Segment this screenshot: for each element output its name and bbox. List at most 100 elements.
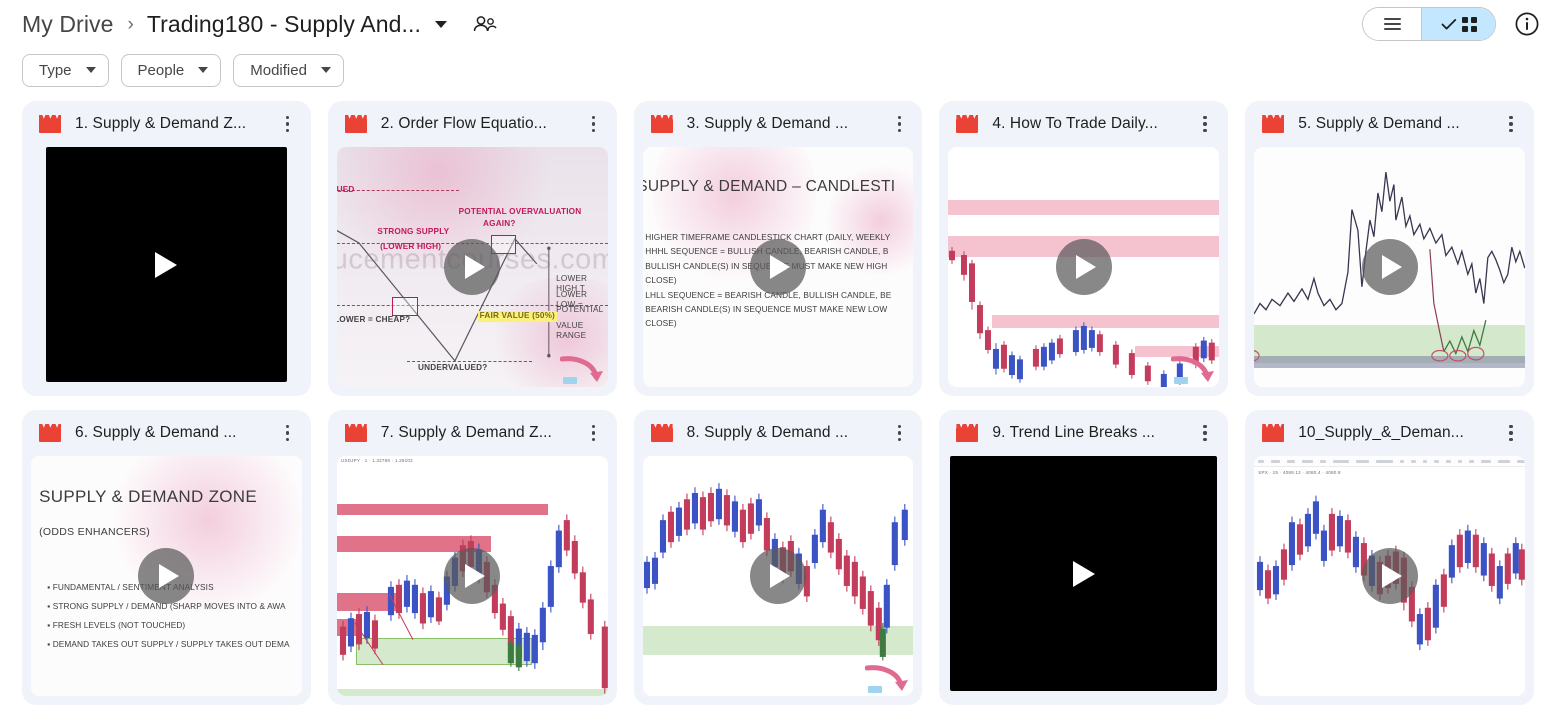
filter-chip-people[interactable]: People <box>120 53 222 87</box>
slide-title: SUPPLY & DEMAND – CANDLESTI <box>642 178 896 196</box>
file-card[interactable]: 7. Supply & Demand Z... USDJPY · 1 · 1.3… <box>327 410 617 705</box>
file-thumbnail[interactable] <box>642 456 914 696</box>
file-card[interactable]: 3. Supply & Demand ... SUPPLY & DEMAND –… <box>633 101 923 396</box>
file-card-header: 10_Supply_&_Deman... <box>1245 410 1534 456</box>
check-icon <box>1441 18 1456 29</box>
file-thumbnail[interactable] <box>1254 147 1525 387</box>
filter-chip-modified[interactable]: Modified <box>233 53 344 87</box>
play-icon[interactable] <box>1055 239 1112 295</box>
grid-view-icon <box>1461 16 1477 32</box>
play-icon[interactable] <box>444 548 501 604</box>
label-undervalued: UNDERVALUED? <box>418 363 488 372</box>
play-icon[interactable] <box>1361 548 1418 604</box>
file-card-title: 9. Trend Line Breaks ... <box>992 424 1156 441</box>
list-view-icon <box>1383 18 1401 30</box>
file-card[interactable]: 10_Supply_&_Deman... SPX · 15 · 4089.12 … <box>1245 410 1534 705</box>
filter-chip-label: Modified <box>250 61 307 79</box>
file-card-title: 1. Supply & Demand Z... <box>75 115 247 132</box>
chevron-down-icon[interactable] <box>434 20 447 28</box>
play-icon[interactable] <box>749 239 806 295</box>
filter-chip-label: Type <box>39 61 72 79</box>
more-vert-icon[interactable] <box>271 107 305 141</box>
file-card-title: 3. Supply & Demand ... <box>686 115 849 132</box>
chevron-down-icon <box>198 67 209 73</box>
more-vert-icon[interactable] <box>271 416 305 450</box>
more-vert-icon[interactable] <box>1494 107 1528 141</box>
label-fair-value: FAIR VALUE (50%) <box>477 311 557 322</box>
filter-chip-label: People <box>137 61 185 79</box>
slide-subtitle: (ODDS ENHANCERS) <box>39 525 151 538</box>
file-thumbnail[interactable]: SUPPLY & DEMAND ZONE (ODDS ENHANCERS) ▪ … <box>31 456 302 696</box>
file-card-title: 8. Supply & Demand ... <box>686 424 849 441</box>
filter-chip-type[interactable]: Type <box>22 53 109 87</box>
label-overvaluation: POTENTIAL OVERVALUATION <box>458 207 582 216</box>
label-strong-supply: STRONG SUPPLY <box>377 227 450 237</box>
play-icon[interactable] <box>138 548 195 604</box>
video-clapperboard-icon <box>956 423 979 443</box>
file-card-title: 7. Supply & Demand Z... <box>380 424 552 441</box>
list-view-button[interactable] <box>1363 8 1421 40</box>
video-clapperboard-icon <box>650 423 673 443</box>
more-vert-icon[interactable] <box>882 107 916 141</box>
file-card-title: 4. How To Trade Daily... <box>992 115 1158 132</box>
file-thumbnail[interactable] <box>46 147 287 382</box>
pink-arrow-icon <box>1171 356 1215 384</box>
file-card-header: 2. Order Flow Equatio... <box>328 101 617 147</box>
more-vert-icon[interactable] <box>577 416 611 450</box>
breadcrumb-current-folder[interactable]: Trading180 - Supply And... <box>147 11 421 38</box>
file-thumbnail[interactable] <box>948 147 1220 387</box>
play-icon[interactable] <box>155 251 178 278</box>
file-card-header: 1. Supply & Demand Z... <box>22 101 311 147</box>
file-card-header: 9. Trend Line Breaks ... <box>939 410 1228 456</box>
breadcrumb-my-drive[interactable]: My Drive <box>22 11 114 38</box>
file-card[interactable]: 6. Supply & Demand ... SUPPLY & DEMAND Z… <box>22 410 311 705</box>
slide-line-4: CLOSE) <box>645 275 677 286</box>
chevron-down-icon <box>320 67 331 73</box>
more-vert-icon[interactable] <box>882 416 916 450</box>
grid-view-button[interactable] <box>1421 8 1495 40</box>
file-card[interactable]: 5. Supply & Demand ... <box>1245 101 1534 396</box>
video-clapperboard-icon <box>344 114 367 134</box>
more-vert-icon[interactable] <box>1188 416 1222 450</box>
top-bar-actions <box>1362 7 1540 41</box>
file-card[interactable]: 2. Order Flow Equatio... LUED POTENTI <box>327 101 617 396</box>
chevron-down-icon <box>85 67 96 73</box>
play-icon[interactable] <box>1072 560 1095 587</box>
play-icon[interactable] <box>1361 239 1418 295</box>
file-card-header: 8. Supply & Demand ... <box>634 410 923 456</box>
file-thumbnail[interactable] <box>950 456 1218 691</box>
file-card[interactable]: 4. How To Trade Daily... <box>939 101 1229 396</box>
file-thumbnail[interactable]: USDJPY · 1 · 1.32788 · 1.29102 <box>336 456 608 696</box>
file-card-header: 3. Supply & Demand ... <box>634 101 923 147</box>
view-toggle <box>1362 7 1496 41</box>
people-icon[interactable] <box>472 14 498 34</box>
slide-bullet-4: ▪ DEMAND TAKES OUT SUPPLY / SUPPLY TAKES… <box>47 639 290 650</box>
more-vert-icon[interactable] <box>577 107 611 141</box>
file-card-title: 5. Supply & Demand ... <box>1298 115 1460 132</box>
file-grid: 1. Supply & Demand Z... 2. Order Flow Eq… <box>0 92 1556 705</box>
file-card-header: 4. How To Trade Daily... <box>939 101 1228 147</box>
file-thumbnail[interactable]: SUPPLY & DEMAND – CANDLESTI HIGHER TIMEF… <box>642 147 914 387</box>
pink-arrow-icon <box>559 356 603 384</box>
info-icon[interactable] <box>1514 11 1540 37</box>
video-clapperboard-icon <box>39 114 61 134</box>
label-range-3: POTENTIAL <box>556 305 604 315</box>
file-card[interactable]: 1. Supply & Demand Z... <box>22 101 311 396</box>
slide-bullet-3: ▪ FRESH LEVELS (NOT TOUCHED) <box>47 620 186 631</box>
pink-arrow-icon <box>865 665 909 693</box>
file-thumbnail[interactable]: SPX · 15 · 4089.12 · 4080.4 · 4090.8 <box>1254 456 1525 696</box>
play-icon[interactable] <box>749 548 806 604</box>
file-card-header: 6. Supply & Demand ... <box>22 410 311 456</box>
video-clapperboard-icon <box>1262 114 1285 134</box>
label-range-4: VALUE RANGE <box>556 321 587 341</box>
file-card-header: 5. Supply & Demand ... <box>1245 101 1534 147</box>
more-vert-icon[interactable] <box>1494 416 1528 450</box>
play-icon[interactable] <box>444 239 501 295</box>
video-clapperboard-icon <box>956 114 979 134</box>
file-thumbnail[interactable]: LUED POTENTIAL OVERVALUATION AGAIN? STRO… <box>336 147 608 387</box>
file-card[interactable]: 8. Supply & Demand ... <box>633 410 923 705</box>
slide-line-7: CLOSE) <box>645 318 677 329</box>
file-card-title: 10_Supply_&_Deman... <box>1298 424 1464 441</box>
file-card[interactable]: 9. Trend Line Breaks ... <box>939 410 1229 705</box>
more-vert-icon[interactable] <box>1188 107 1222 141</box>
